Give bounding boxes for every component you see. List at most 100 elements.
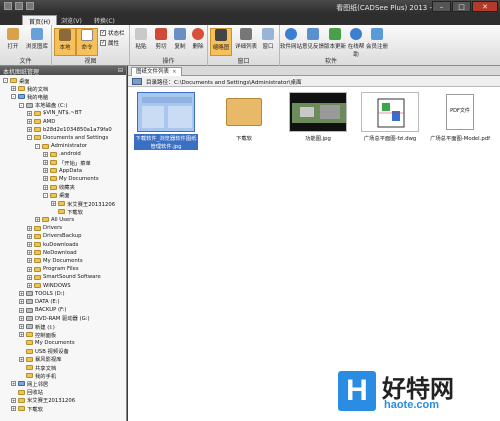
expand-toggle-icon[interactable]: + <box>27 258 32 264</box>
expand-toggle-icon[interactable]: + <box>27 242 32 247</box>
register-button[interactable]: 会员注册 <box>366 28 388 56</box>
tree-node[interactable]: + Program Files <box>27 266 79 273</box>
expand-toggle-icon[interactable]: + <box>27 127 32 133</box>
tree-node[interactable]: 共享文档 <box>19 364 56 372</box>
tree-node[interactable]: + BACKUP (F:) <box>19 307 67 314</box>
maximize-button[interactable]: □ <box>452 1 471 12</box>
expand-toggle-icon[interactable]: - <box>11 94 16 100</box>
expand-toggle-icon[interactable]: + <box>19 315 24 321</box>
expand-toggle-icon[interactable]: + <box>43 184 48 190</box>
statusbar-checkbox[interactable]: ✓ 状态栏 <box>100 29 125 37</box>
local-button[interactable]: 本地 <box>54 28 76 56</box>
tree-node[interactable]: + SmartSound Software <box>27 274 101 281</box>
folder-up-icon[interactable] <box>132 78 142 85</box>
expand-toggle-icon[interactable]: + <box>27 266 32 272</box>
tree-node[interactable]: - 我的电脑 <box>11 93 48 101</box>
expand-toggle-icon[interactable]: - <box>35 143 40 149</box>
tree-node[interactable]: + kuDownloads <box>27 241 78 248</box>
expand-toggle-icon[interactable]: + <box>27 233 32 239</box>
expand-toggle-icon[interactable]: + <box>11 397 16 403</box>
tree-node[interactable]: + 下载软 <box>11 405 43 413</box>
tree-node[interactable]: + b28d2e1034850a1a79fa0 <box>27 126 112 133</box>
tree-node[interactable]: 回收站 <box>11 389 43 396</box>
tree-node[interactable]: + All Users <box>35 216 74 223</box>
tree-node[interactable]: - 本地磁盘 (C:) <box>19 102 68 109</box>
expand-toggle-icon[interactable]: + <box>19 324 24 329</box>
tree-node[interactable]: 我的手机 <box>19 372 56 380</box>
file-item[interactable]: 功能图.jpg <box>286 92 350 142</box>
pin-icon[interactable]: ⊟ <box>118 67 123 74</box>
folder-tree[interactable]: - 桌面 + 我的文档 - 我的电脑 - 本地磁盘 (C:) + $VIN_NT$.~BT + AMD… <box>0 76 127 421</box>
expand-toggle-icon[interactable]: + <box>43 160 48 165</box>
quick-open-icon[interactable] <box>15 2 23 10</box>
expand-toggle-icon[interactable]: + <box>27 283 32 288</box>
tree-node[interactable]: + Drivers <box>27 225 62 232</box>
expand-toggle-icon[interactable]: + <box>11 406 16 411</box>
tree-node[interactable]: + 新建 (I:) <box>19 323 55 331</box>
expand-toggle-icon[interactable]: + <box>27 274 32 280</box>
expand-toggle-icon[interactable]: - <box>27 135 32 141</box>
expand-toggle-icon[interactable]: + <box>43 151 48 157</box>
file-item[interactable]: PDF文件 广场总平面图-Model.pdf <box>428 92 492 142</box>
expand-toggle-icon[interactable]: + <box>19 332 24 338</box>
tree-node[interactable]: + 我的文档 <box>11 85 48 93</box>
tab-convert[interactable]: 转换(C) <box>88 15 121 25</box>
expand-toggle-icon[interactable]: + <box>43 168 48 174</box>
tree-node[interactable]: - Administrator <box>35 143 87 150</box>
file-item[interactable]: 下载软 <box>212 92 276 142</box>
expand-toggle-icon[interactable]: + <box>27 110 32 116</box>
command-button[interactable]: 命令 <box>76 28 98 56</box>
property-checkbox[interactable]: ✓ 属性 <box>100 39 119 47</box>
file-item[interactable]: 下载软件_浏览器软件图纸管理软件.jpg <box>134 92 198 150</box>
minimize-button[interactable]: – <box>432 1 451 12</box>
expand-toggle-icon[interactable]: + <box>27 250 32 256</box>
tree-node[interactable]: + AppData <box>43 167 82 174</box>
tree-node[interactable]: + TOOLS (D:) <box>19 290 65 297</box>
tree-node[interactable]: + My Documents <box>43 175 99 182</box>
tree-node[interactable]: + 米艾赛王20131206 <box>51 200 115 208</box>
thumbnail-button[interactable]: 缩略图 <box>210 28 232 56</box>
expand-toggle-icon[interactable]: + <box>19 299 24 305</box>
tree-node[interactable]: + DATA (E:) <box>19 298 60 305</box>
expand-toggle-icon[interactable]: + <box>19 307 24 313</box>
expand-toggle-icon[interactable]: - <box>19 102 24 108</box>
browse-library-button[interactable]: 浏览图库 <box>26 28 48 56</box>
app-menu-icon[interactable] <box>4 2 12 10</box>
path-value[interactable]: C:\Documents and Settings\Administrator\… <box>174 78 302 86</box>
tree-node[interactable]: + My Documents <box>27 257 83 264</box>
expand-toggle-icon[interactable]: + <box>35 217 40 223</box>
update-button[interactable]: 版本更新 <box>324 28 346 56</box>
expand-toggle-icon[interactable]: + <box>19 291 24 297</box>
quick-save-icon[interactable] <box>26 2 34 10</box>
expand-toggle-icon[interactable]: - <box>43 192 48 198</box>
open-button[interactable]: 打开 <box>2 28 24 56</box>
tree-node[interactable]: + WINDOWS <box>27 282 71 289</box>
tree-node[interactable]: 下载软 <box>51 208 83 216</box>
expand-toggle-icon[interactable]: + <box>27 225 32 231</box>
tree-node[interactable]: + 网上邻居 <box>11 380 48 388</box>
help-button[interactable]: 在线帮助 <box>346 28 366 58</box>
tree-node[interactable]: + 「开始」菜单 <box>43 159 91 167</box>
tree-node[interactable]: + $VIN_NT$.~BT <box>27 110 82 117</box>
close-button[interactable]: ✕ <box>472 1 498 12</box>
tree-node[interactable]: + 控制面板 <box>19 331 56 339</box>
tab-home[interactable]: 首页(H) <box>22 15 58 26</box>
expand-toggle-icon[interactable]: - <box>3 78 8 83</box>
expand-toggle-icon[interactable]: + <box>19 356 24 362</box>
tree-node[interactable]: + 收藏夹 <box>43 184 75 191</box>
details-button[interactable]: 详细列表 <box>234 28 258 56</box>
tree-node[interactable]: My Documents <box>19 339 75 346</box>
window-button[interactable]: 窗口 <box>258 28 278 56</box>
tree-node[interactable]: USB 视频设备 <box>19 348 69 355</box>
tree-node[interactable]: - 桌面 <box>3 77 30 85</box>
tab-browse[interactable]: 浏览(V) <box>55 15 88 25</box>
close-tab-icon[interactable]: × <box>172 69 177 75</box>
tab-file-list[interactable]: 图纸文件列表 × <box>131 67 182 76</box>
paste-button[interactable]: 粘贴 <box>130 28 152 56</box>
tree-node[interactable]: + 米艾赛王20131206 <box>11 397 75 404</box>
tree-node[interactable]: - 桌面 <box>43 192 70 199</box>
tree-node[interactable]: - Documents and Settings <box>27 134 108 141</box>
delete-button[interactable]: 删除 <box>187 28 209 56</box>
tree-node[interactable]: + DriversBackup <box>27 233 81 240</box>
expand-toggle-icon[interactable]: + <box>43 176 48 182</box>
